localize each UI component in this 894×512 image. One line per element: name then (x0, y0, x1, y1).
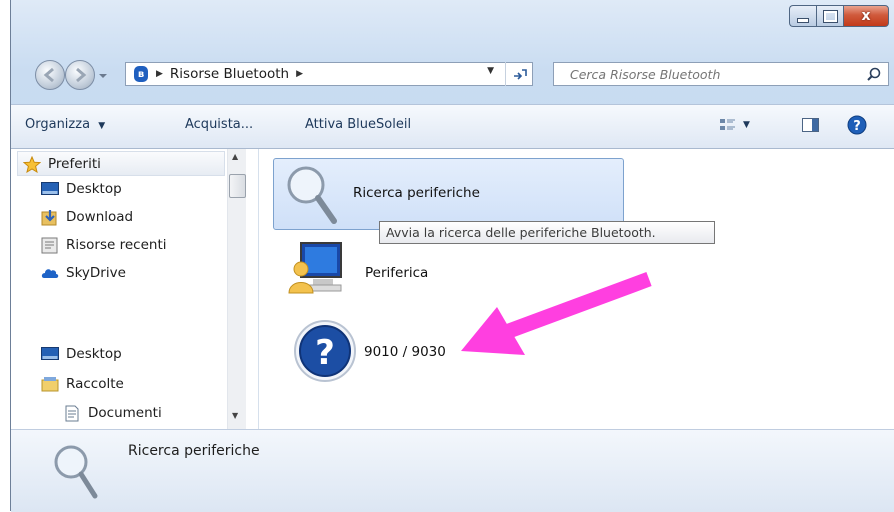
star-icon (23, 155, 41, 173)
sidebar-item-libraries[interactable]: Raccolte (41, 373, 124, 395)
content-item-search-devices[interactable]: Ricerca periferiche (273, 158, 624, 230)
sidebar-item-download[interactable]: Download (41, 206, 133, 228)
scrollbar-thumb[interactable] (229, 174, 246, 198)
details-title: Ricerca periferiche (128, 443, 260, 459)
address-bar[interactable]: ʙ ▶ Risorse Bluetooth ▶ ▼ (125, 62, 533, 86)
breadcrumb-item[interactable]: Risorse Bluetooth (170, 66, 289, 82)
sidebar-item-label: Download (66, 209, 134, 225)
chevron-down-icon: ▼ (98, 121, 106, 131)
sidebar-item-label: SkyDrive (66, 265, 126, 281)
desktop-icon (41, 181, 59, 197)
svg-text:?: ? (853, 119, 861, 134)
breadcrumb-separator-icon: ▶ (156, 69, 163, 79)
preview-pane-icon (802, 118, 819, 132)
organize-label: Organizza (25, 117, 91, 132)
close-icon: x (861, 8, 871, 24)
documents-icon (63, 405, 81, 421)
download-icon (41, 209, 59, 225)
maximize-icon (822, 9, 838, 23)
forward-arrow-icon (76, 67, 87, 83)
search-box[interactable] (553, 62, 889, 86)
bluetooth-icon: ʙ (134, 66, 148, 82)
content-item-label: 9010 / 9030 (364, 344, 446, 360)
sidebar-item-label: Preferiti (48, 156, 101, 172)
scroll-down-button[interactable]: ▼ (232, 411, 238, 420)
content-item-unknown-device[interactable]: ? 9010 / 9030 (293, 319, 473, 385)
activate-bluesoleil-button[interactable]: Attiva BlueSoleil (305, 117, 411, 132)
sidebar-item-documents[interactable]: Documenti (63, 402, 162, 424)
unknown-device-icon: ? (294, 320, 356, 382)
content-item-label: Periferica (365, 265, 429, 281)
navigation-scrollbar[interactable]: ▲ ▼ (227, 149, 246, 429)
magnifier-icon (287, 166, 337, 224)
sidebar-item-desktop[interactable]: Desktop (41, 178, 122, 200)
help-icon: ? (847, 115, 867, 135)
explorer-window: x ʙ ▶ Risorse Bluetooth ▶ ▼ Or (10, 0, 894, 512)
back-button[interactable] (35, 60, 65, 90)
refresh-button[interactable] (505, 62, 534, 86)
annotation-arrow (461, 271, 652, 355)
forward-button[interactable] (65, 60, 95, 90)
recent-places-icon (41, 237, 59, 253)
window-controls: x (789, 5, 889, 27)
tooltip: Avvia la ricerca delle periferiche Bluet… (379, 221, 715, 244)
buy-button[interactable]: Acquista... (185, 117, 253, 132)
view-options-button[interactable]: ▼ (719, 117, 750, 133)
svg-text:?: ? (315, 333, 335, 373)
search-input[interactable] (568, 65, 862, 83)
back-arrow-icon (43, 67, 54, 83)
search-icon (867, 67, 881, 81)
magnifier-icon (54, 445, 98, 499)
maximize-button[interactable] (816, 5, 843, 27)
breadcrumb-separator-icon: ▶ (296, 69, 303, 79)
content-item-device[interactable]: Periferica (287, 239, 447, 303)
command-bar: Organizza ▼ Acquista... Attiva BlueSolei… (11, 104, 894, 149)
views-icon (720, 119, 735, 130)
sidebar-item-label: Desktop (66, 181, 122, 197)
minimize-button[interactable] (789, 5, 816, 27)
minimize-icon (797, 17, 809, 23)
skydrive-icon (41, 265, 59, 281)
recent-pages-button[interactable] (97, 70, 109, 82)
address-row: ʙ ▶ Risorse Bluetooth ▶ ▼ (11, 58, 894, 92)
close-button[interactable]: x (843, 5, 889, 27)
preview-pane-button[interactable] (801, 117, 821, 137)
refresh-icon (514, 69, 527, 80)
sidebar-item-label: Raccolte (66, 376, 124, 392)
sidebar-item-skydrive[interactable]: SkyDrive (41, 262, 126, 284)
sidebar-item-desktop-root[interactable]: Desktop (41, 343, 122, 365)
content-item-label: Ricerca periferiche (353, 185, 480, 201)
chevron-down-icon: ▼ (743, 120, 750, 130)
sidebar-item-label: Documenti (88, 405, 162, 421)
user-computer-icon (288, 242, 342, 294)
help-button[interactable]: ? (847, 115, 867, 139)
chevron-down-icon (99, 74, 107, 78)
details-pane: Ricerca periferiche (11, 429, 894, 512)
sidebar-item-recent[interactable]: Risorse recenti (41, 234, 167, 256)
libraries-icon (41, 376, 59, 392)
content-pane: Ricerca periferiche Periferica ? 9010 / … (259, 149, 894, 429)
sidebar-item-favorites[interactable]: Preferiti (23, 153, 101, 175)
sidebar-item-label: Desktop (66, 346, 122, 362)
address-dropdown-button[interactable]: ▼ (487, 66, 494, 76)
scroll-up-button[interactable]: ▲ (232, 152, 238, 161)
navigation-pane: Preferiti Desktop Download Risorse recen… (11, 149, 259, 429)
desktop-icon (41, 346, 59, 362)
sidebar-item-label: Risorse recenti (66, 237, 167, 253)
organize-button[interactable]: Organizza ▼ (25, 117, 105, 132)
